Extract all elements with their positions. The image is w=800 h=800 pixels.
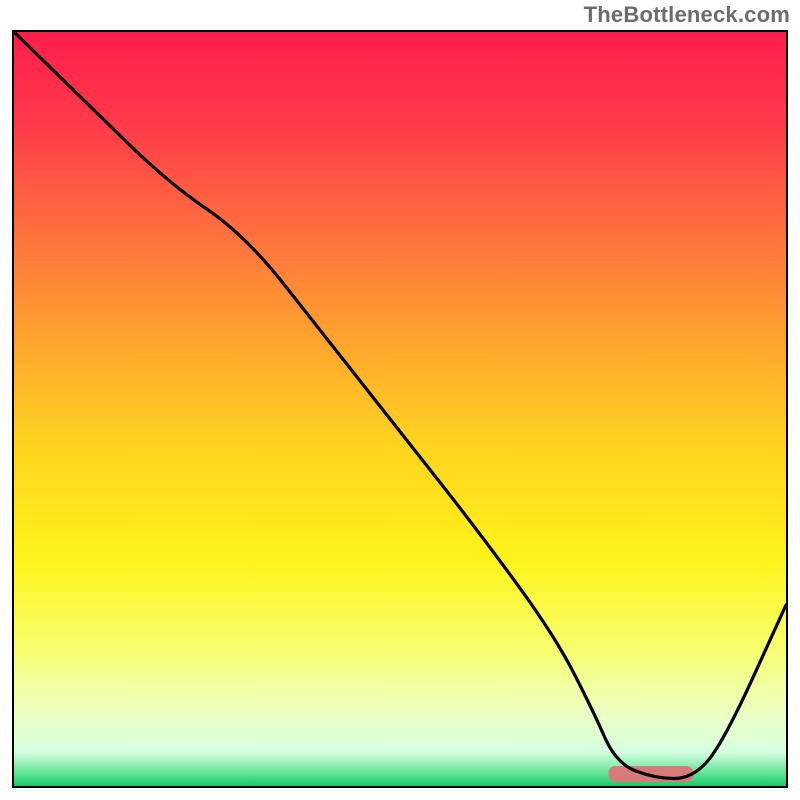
optimal-range-marker xyxy=(608,766,693,782)
bottleneck-chart xyxy=(0,0,800,800)
chart-stage: TheBottleneck.com xyxy=(0,0,800,800)
watermark-text: TheBottleneck.com xyxy=(584,2,790,28)
